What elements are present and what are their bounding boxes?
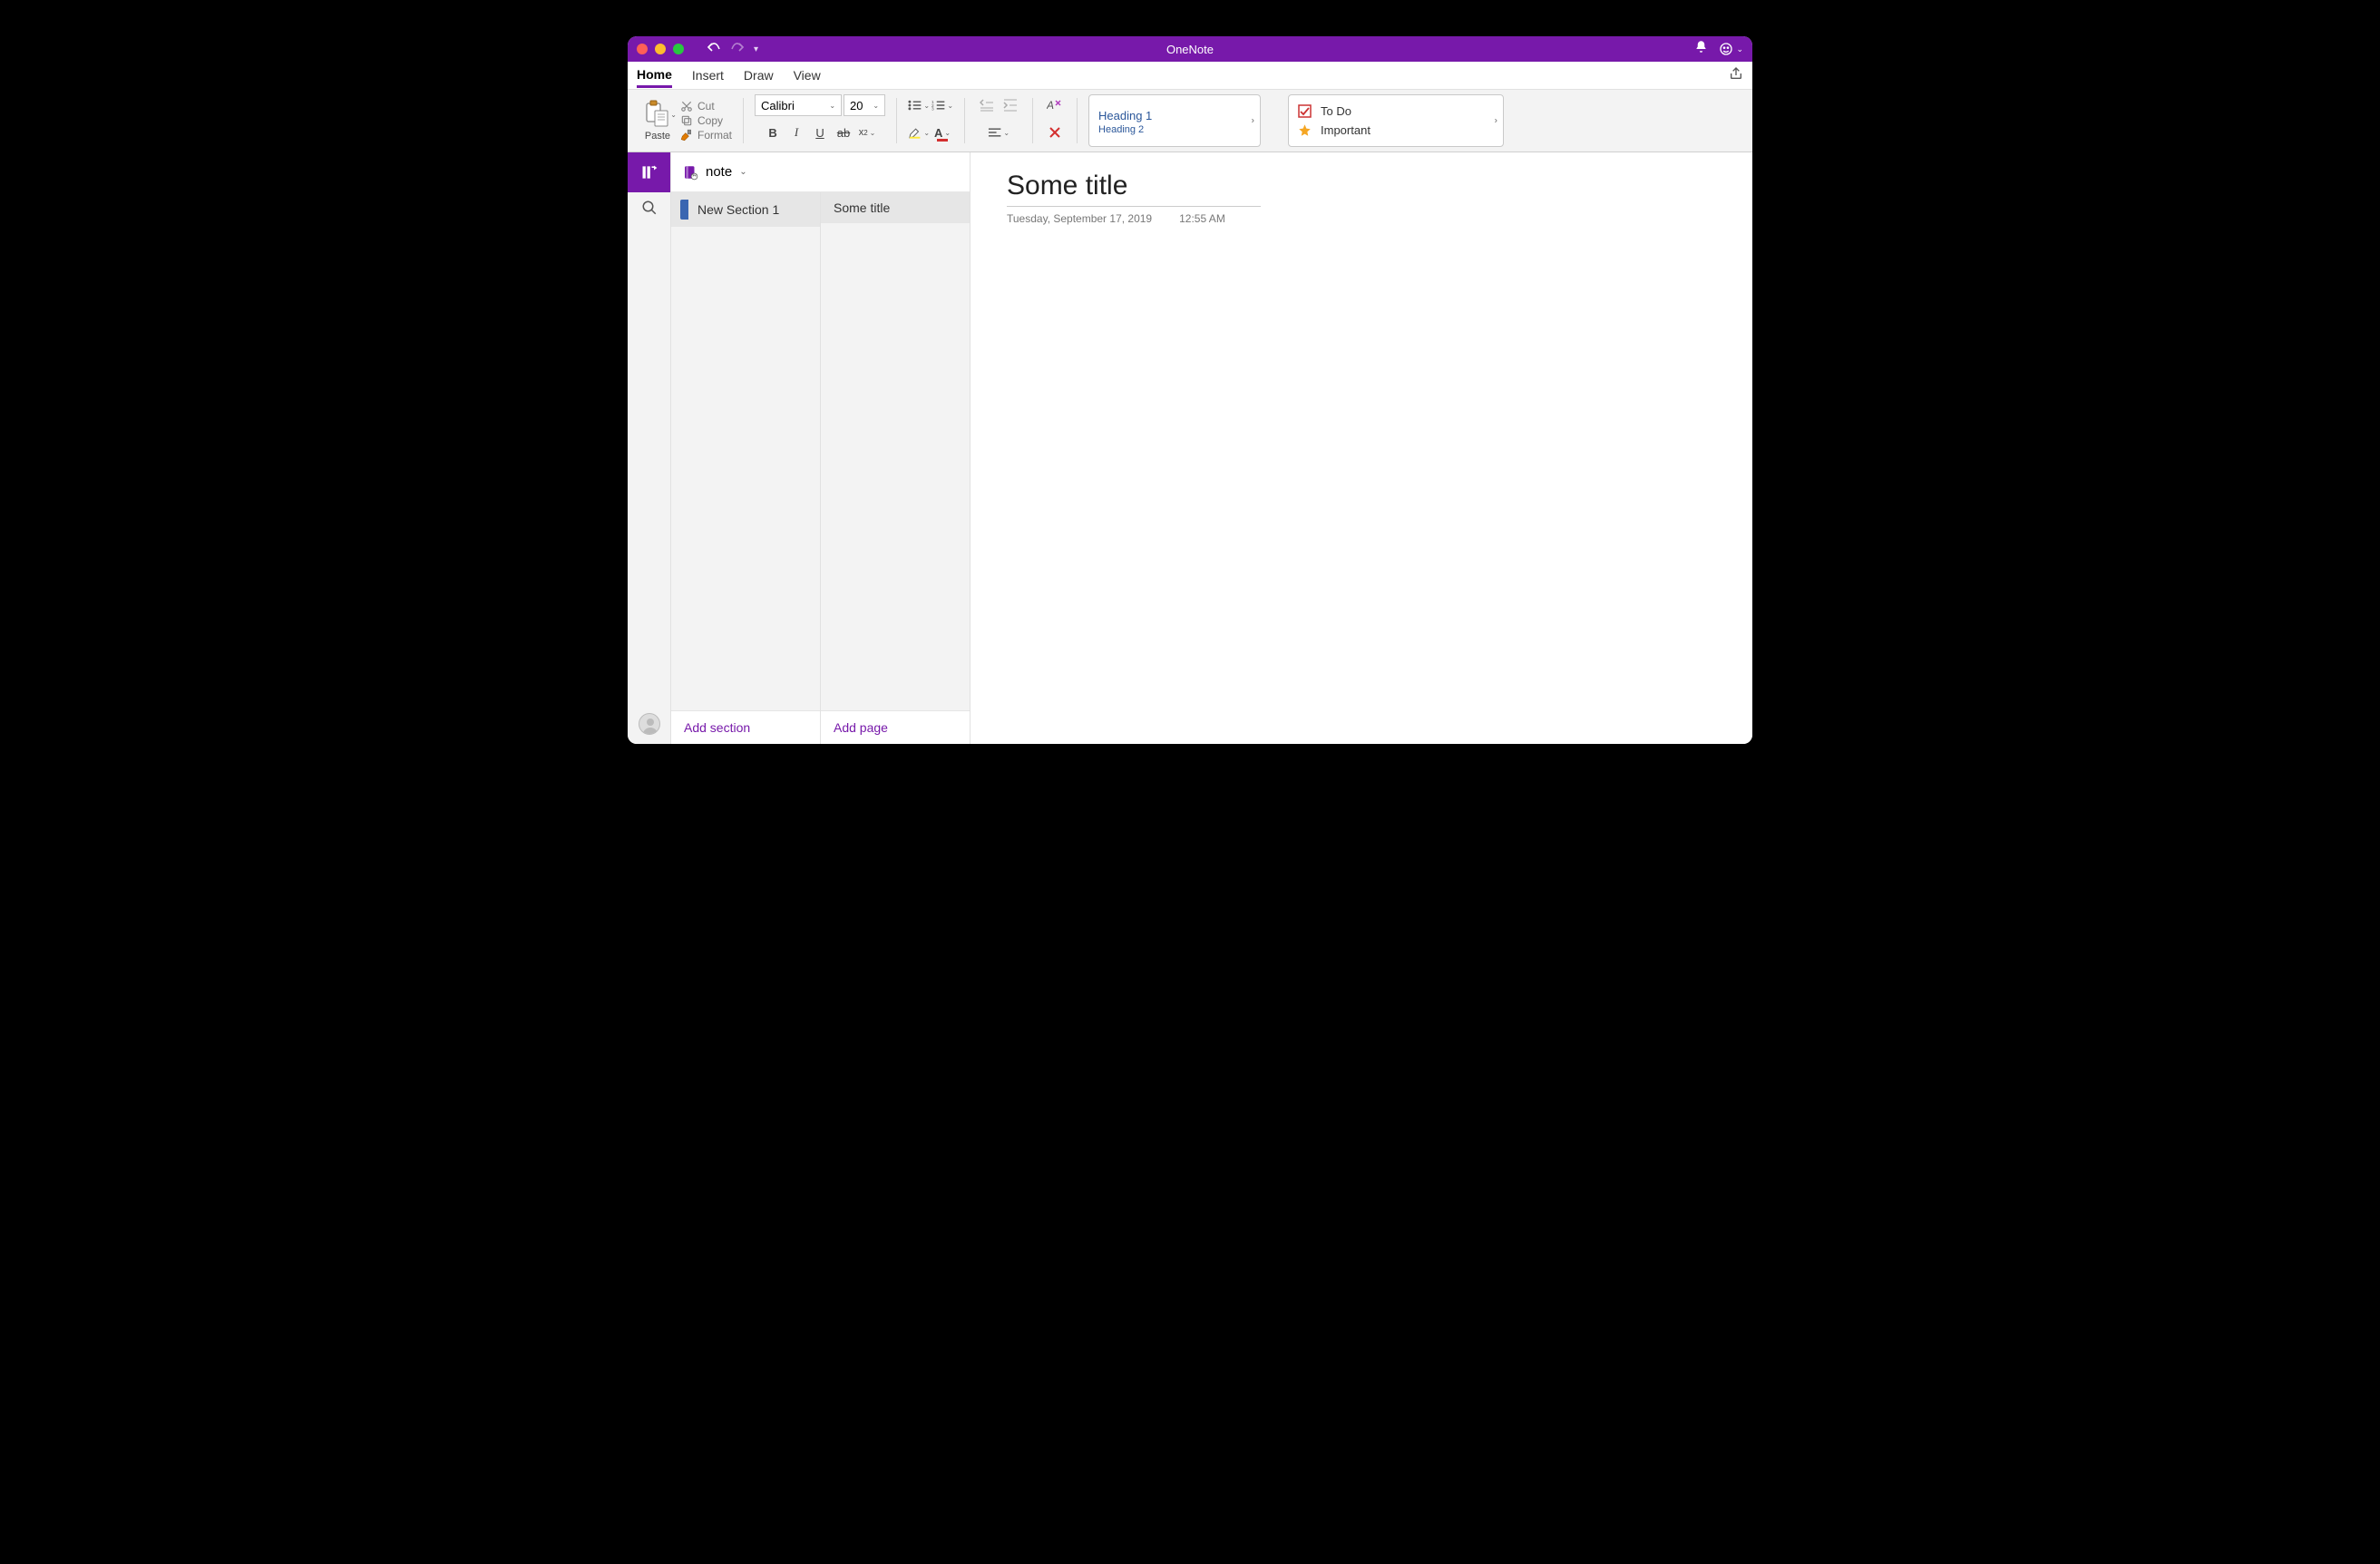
section-color-icon bbox=[680, 200, 688, 220]
styles-gallery[interactable]: Heading 1 Heading 2 › bbox=[1088, 94, 1261, 147]
paragraph-group: ⌄ 123⌄ ⌄ A⌄ bbox=[902, 94, 959, 147]
font-size-select[interactable]: 20⌄ bbox=[844, 94, 885, 116]
paste-label: Paste bbox=[645, 131, 670, 142]
bold-button[interactable]: B bbox=[762, 122, 784, 143]
add-page-button[interactable]: Add page bbox=[821, 710, 970, 744]
page-item[interactable]: Some title bbox=[821, 192, 970, 223]
ribbon: ⌄ Paste Cut Copy Format bbox=[628, 89, 1752, 152]
tab-draw[interactable]: Draw bbox=[744, 64, 774, 86]
page-time: 12:55 AM bbox=[1179, 212, 1225, 225]
window-controls bbox=[637, 44, 684, 54]
add-section-button[interactable]: Add section bbox=[671, 710, 820, 744]
styles-group: Heading 1 Heading 2 › bbox=[1083, 94, 1266, 147]
app-title: OneNote bbox=[628, 43, 1752, 56]
notifications-button[interactable] bbox=[1694, 40, 1708, 58]
cut-button[interactable]: Cut bbox=[680, 100, 732, 112]
format-painter-button[interactable]: Format bbox=[680, 129, 732, 142]
tab-insert[interactable]: Insert bbox=[692, 64, 724, 86]
share-button[interactable] bbox=[1729, 66, 1743, 85]
numbering-button[interactable]: 123⌄ bbox=[932, 94, 953, 116]
tab-home[interactable]: Home bbox=[637, 64, 672, 88]
page-canvas[interactable]: Some title Tuesday, September 17, 2019 1… bbox=[971, 152, 1752, 744]
left-rail bbox=[628, 152, 671, 744]
page-meta: Tuesday, September 17, 2019 12:55 AM bbox=[1007, 212, 1716, 225]
notebook-icon bbox=[682, 164, 698, 181]
strikethrough-button[interactable]: ab bbox=[833, 122, 854, 143]
delete-button[interactable] bbox=[1044, 122, 1066, 143]
account-avatar[interactable] bbox=[639, 713, 660, 735]
minimize-window-button[interactable] bbox=[655, 44, 666, 54]
font-color-button[interactable]: A⌄ bbox=[932, 122, 953, 143]
section-item[interactable]: New Section 1 bbox=[671, 192, 820, 227]
font-group: Calibri⌄ 20⌄ B I U ab x2⌄ bbox=[749, 94, 891, 147]
notebook-name: note bbox=[706, 164, 732, 180]
chevron-down-icon: ⌄ bbox=[739, 167, 746, 177]
outdent-button[interactable] bbox=[976, 94, 998, 116]
tags-gallery[interactable]: To Do Important › bbox=[1288, 94, 1504, 147]
tag-todo[interactable]: To Do bbox=[1298, 102, 1494, 121]
tags-group: To Do Important › bbox=[1283, 94, 1509, 147]
show-navigation-button[interactable] bbox=[628, 152, 670, 192]
style-heading1[interactable]: Heading 1 bbox=[1098, 107, 1251, 124]
paste-button[interactable]: ⌄ Paste bbox=[640, 100, 675, 142]
search-button[interactable] bbox=[641, 200, 658, 220]
align-button[interactable]: ⌄ bbox=[988, 122, 1010, 143]
italic-button[interactable]: I bbox=[785, 122, 807, 143]
subscript-button[interactable]: x2⌄ bbox=[856, 122, 878, 143]
app-window: ▾ OneNote ⌄ Home Insert Draw View bbox=[628, 36, 1752, 744]
redo-button[interactable] bbox=[730, 41, 745, 58]
chevron-right-icon: › bbox=[1495, 116, 1497, 126]
page-title-input[interactable]: Some title bbox=[1007, 169, 1261, 207]
zoom-window-button[interactable] bbox=[673, 44, 684, 54]
underline-button[interactable]: U bbox=[809, 122, 831, 143]
close-window-button[interactable] bbox=[637, 44, 648, 54]
titlebar: ▾ OneNote ⌄ bbox=[628, 36, 1752, 62]
svg-text:A: A bbox=[1047, 99, 1054, 112]
copy-button[interactable]: Copy bbox=[680, 114, 732, 127]
tab-view[interactable]: View bbox=[794, 64, 821, 86]
highlight-button[interactable]: ⌄ bbox=[908, 122, 930, 143]
chevron-right-icon: › bbox=[1252, 116, 1254, 126]
bullets-button[interactable]: ⌄ bbox=[908, 94, 930, 116]
indent-group: ⌄ bbox=[971, 94, 1027, 147]
ribbon-tabs: Home Insert Draw View bbox=[628, 62, 1752, 89]
quick-access-toolbar: ▾ bbox=[707, 41, 758, 58]
tag-important[interactable]: Important bbox=[1298, 121, 1494, 140]
style-heading2[interactable]: Heading 2 bbox=[1098, 124, 1251, 135]
navigation-pane: note ⌄ New Section 1 Add section Some ti… bbox=[671, 152, 971, 744]
feedback-button[interactable]: ⌄ bbox=[1719, 42, 1743, 56]
qat-customize-button[interactable]: ▾ bbox=[754, 44, 758, 54]
clear-formatting-button[interactable]: A bbox=[1044, 94, 1066, 116]
body: note ⌄ New Section 1 Add section Some ti… bbox=[628, 152, 1752, 744]
page-date: Tuesday, September 17, 2019 bbox=[1007, 212, 1152, 225]
clipboard-group: ⌄ Paste Cut Copy Format bbox=[635, 94, 737, 147]
notebook-selector[interactable]: note ⌄ bbox=[671, 152, 970, 192]
pages-column: Some title Add page bbox=[821, 192, 970, 744]
indent-button[interactable] bbox=[1000, 94, 1021, 116]
clear-group: A bbox=[1039, 94, 1071, 147]
svg-text:3: 3 bbox=[932, 107, 934, 112]
undo-button[interactable] bbox=[707, 41, 721, 58]
font-name-select[interactable]: Calibri⌄ bbox=[755, 94, 842, 116]
sections-column: New Section 1 Add section bbox=[671, 192, 821, 744]
section-name: New Section 1 bbox=[697, 202, 779, 217]
